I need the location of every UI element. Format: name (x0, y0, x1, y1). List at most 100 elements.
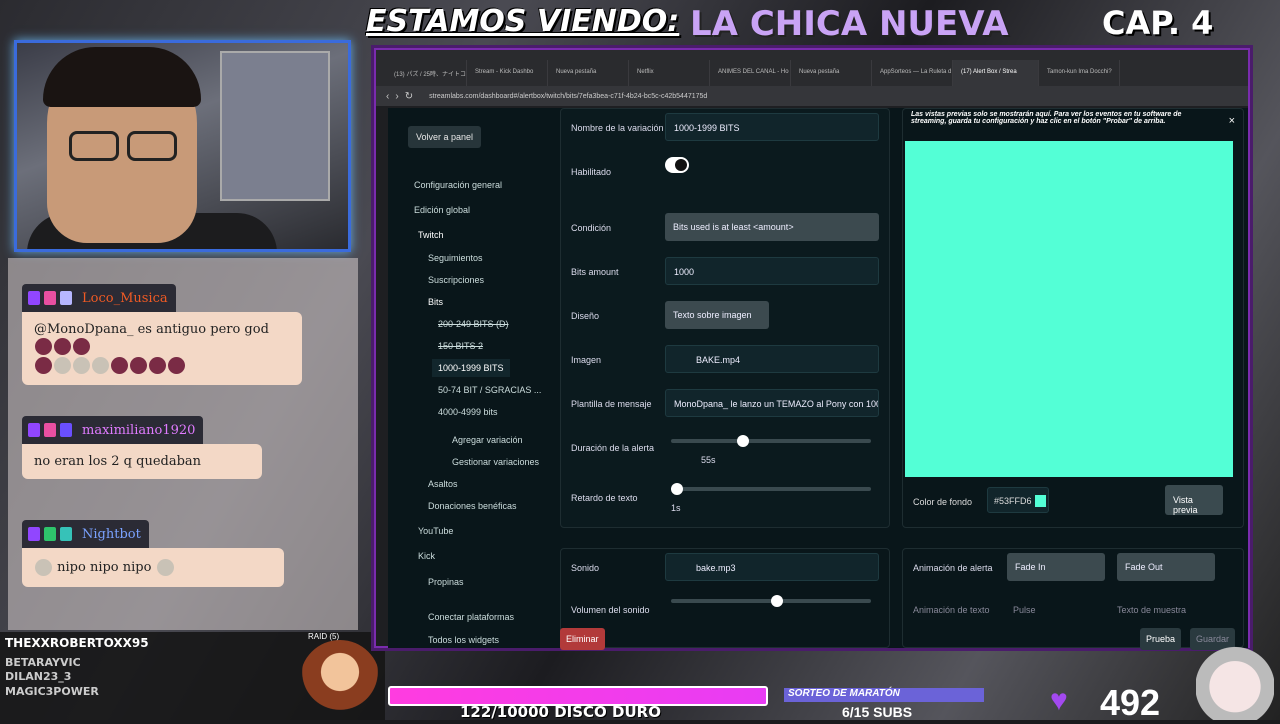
color-swatch[interactable] (1035, 495, 1046, 507)
browser-tab[interactable]: Nueva pestaña (548, 60, 629, 86)
message-template-label: Plantilla de mensaje (571, 399, 652, 409)
browser-tab[interactable]: Stream - Kick Dashbo (467, 60, 548, 86)
condition-select[interactable]: Bits used is at least <amount> (665, 213, 879, 241)
sidebar: Volver a panel Configuración general Edi… (388, 108, 541, 648)
sidebar-item-charity[interactable]: Donaciones benéficas (428, 501, 517, 511)
disk-progress-label: 122/10000 DISCO DURO (460, 703, 661, 721)
text-animation-label: Animación de texto (913, 605, 990, 615)
browser-tab[interactable]: AppSorteos — La Ruleta d (872, 60, 953, 86)
sidebar-item-bits[interactable]: Bits (428, 297, 443, 307)
manage-variations-button[interactable]: Gestionar variaciones (452, 457, 539, 467)
episode-label: CAP. 4 (1102, 4, 1214, 42)
sidebar-item-youtube[interactable]: YouTube (418, 526, 453, 536)
tab-strip: (13) パズ / 25時、ナイトコード Stream - Kick Dashb… (376, 50, 1248, 86)
wall-poster (220, 51, 330, 201)
duration-slider[interactable] (671, 435, 871, 447)
text-delay-value: 1s (671, 503, 681, 513)
duration-value: 55s (701, 455, 716, 465)
viewer-name: DILAN23_3 (5, 670, 72, 683)
chat-username: Nightbot (82, 526, 141, 542)
mascot-avatar (1196, 646, 1274, 720)
subs-counter: 6/15 SUBS (842, 704, 913, 720)
sidebar-variation-active[interactable]: 1000-1999 BITS (432, 359, 510, 377)
raffle-banner: SORTEO DE MARATÓN (784, 688, 984, 702)
chat-username: maximiliano1920 (82, 422, 196, 438)
preview-panel: Las vistas previas solo se mostrarán aqu… (902, 108, 1244, 528)
animation-in-select[interactable]: Fade In (1007, 553, 1105, 581)
url-text[interactable]: streamlabs.com/dashboard#/alertbox/twitc… (429, 93, 707, 100)
design-select[interactable]: Texto sobre imagen (665, 301, 769, 329)
sidebar-item-kick[interactable]: Kick (418, 551, 435, 561)
browser-tab[interactable]: Nueva pestaña (791, 60, 872, 86)
duration-label: Duración de la alerta (571, 443, 655, 453)
back-to-panel-button[interactable]: Volver a panel (408, 126, 482, 148)
preview-button[interactable]: Vista previa (1165, 485, 1223, 515)
condition-label: Condición (571, 223, 612, 233)
viewer-name: MAGIC3POWER (5, 685, 99, 698)
back-nav-icon[interactable]: ‹ (386, 91, 389, 102)
message-template-input[interactable]: MonoDpana_ le lanzo un TEMAZO al Pony co… (665, 389, 879, 417)
text-delay-slider[interactable] (671, 483, 871, 495)
sound-file-field[interactable]: bake.mp3 (665, 553, 879, 581)
sample-text-input[interactable]: Texto de muestra (1117, 605, 1186, 615)
chat-message: Nightbot nipo nipo nipo (22, 520, 284, 587)
variation-name-input[interactable]: 1000-1999 BITS (665, 113, 879, 141)
viewer-name: BETARAYVIC (5, 656, 81, 669)
preview-note: Las vistas previas solo se mostrarán aqu… (911, 111, 1182, 125)
volume-slider[interactable] (671, 595, 871, 607)
sidebar-item-follows[interactable]: Seguimientos (428, 253, 483, 263)
sidebar-item-tips[interactable]: Propinas (428, 577, 464, 587)
chat-message: maximiliano1920 no eran los 2 q quedaban (22, 416, 262, 479)
volume-label: Volumen del sonido (571, 605, 650, 615)
image-file-field[interactable]: BAKE.mp4 (665, 345, 879, 373)
preview-canvas (905, 141, 1233, 477)
design-label: Diseño (571, 311, 600, 321)
browser-tab-active[interactable]: (17) Alert Box / Strea (953, 60, 1039, 86)
enabled-toggle[interactable] (665, 157, 689, 173)
duration-slider-knob[interactable] (737, 435, 749, 447)
variation-form: Nombre de la variación 1000-1999 BITS Ha… (560, 108, 890, 528)
bits-amount-label: Bits amount (571, 267, 619, 277)
sidebar-item-twitch[interactable]: Twitch (418, 230, 444, 240)
text-delay-slider-knob[interactable] (671, 483, 683, 495)
alert-animation-label: Animación de alerta (913, 563, 993, 573)
connect-platforms-link[interactable]: Conectar plataformas (428, 612, 514, 622)
enabled-label: Habilitado (571, 167, 612, 177)
reload-icon[interactable]: ↻ (405, 91, 413, 102)
sound-section: Sonido bake.mp3 Volumen del sonido (560, 548, 890, 648)
all-widgets-link[interactable]: Todos los widgets (428, 635, 499, 645)
webcam-frame (14, 40, 351, 252)
forward-nav-icon[interactable]: › (395, 91, 398, 102)
chat-text: nipo nipo nipo (57, 560, 152, 575)
sidebar-variation[interactable]: 50-74 BIT / SGRACIAS ... (438, 385, 541, 395)
sidebar-variation[interactable]: 4000-4999 bits (438, 407, 498, 417)
text-delay-label: Retardo de texto (571, 493, 638, 503)
follower-count: 492 (1100, 682, 1161, 723)
heart-icon: ♥ (1050, 684, 1068, 717)
close-icon[interactable]: × (1229, 115, 1235, 127)
browser-window: (13) パズ / 25時、ナイトコード Stream - Kick Dashb… (374, 48, 1250, 650)
viewer-name: THEXXROBERTOXX95 (5, 636, 149, 650)
animation-out-select[interactable]: Fade Out (1117, 553, 1215, 581)
sidebar-variation[interactable]: 150 BITS 2 (438, 341, 483, 351)
sidebar-item-global[interactable]: Edición global (414, 205, 470, 215)
browser-tab[interactable]: ANIMES DEL CANAL - Ho (710, 60, 791, 86)
volume-slider-knob[interactable] (771, 595, 783, 607)
add-variation-button[interactable]: Agregar variación (452, 435, 523, 445)
show-title: LA CHICA NUEVA (690, 4, 1009, 44)
streamer-face (43, 47, 201, 243)
address-bar[interactable]: ‹ › ↻ streamlabs.com/dashboard#/alertbox… (376, 86, 1248, 106)
chat-text: @MonoDpana_ es antiguo pero god (34, 322, 269, 337)
delete-button[interactable]: Eliminar (560, 628, 605, 650)
anime-avatar (300, 640, 380, 720)
bits-amount-input[interactable]: 1000 (665, 257, 879, 285)
browser-tab[interactable]: Netflix (629, 60, 710, 86)
sidebar-item-raids[interactable]: Asaltos (428, 479, 458, 489)
text-animation-select[interactable]: Pulse (1013, 605, 1036, 615)
browser-tab[interactable]: (13) パズ / 25時、ナイトコード (386, 60, 467, 86)
test-button[interactable]: Prueba (1140, 628, 1182, 650)
browser-tab[interactable]: Tamon-kun Ima Docchi? (1039, 60, 1120, 86)
sidebar-item-subs[interactable]: Suscripciones (428, 275, 484, 285)
sidebar-item-general[interactable]: Configuración general (414, 180, 502, 190)
sidebar-variation[interactable]: 200-249 BITS (D) (438, 319, 509, 329)
